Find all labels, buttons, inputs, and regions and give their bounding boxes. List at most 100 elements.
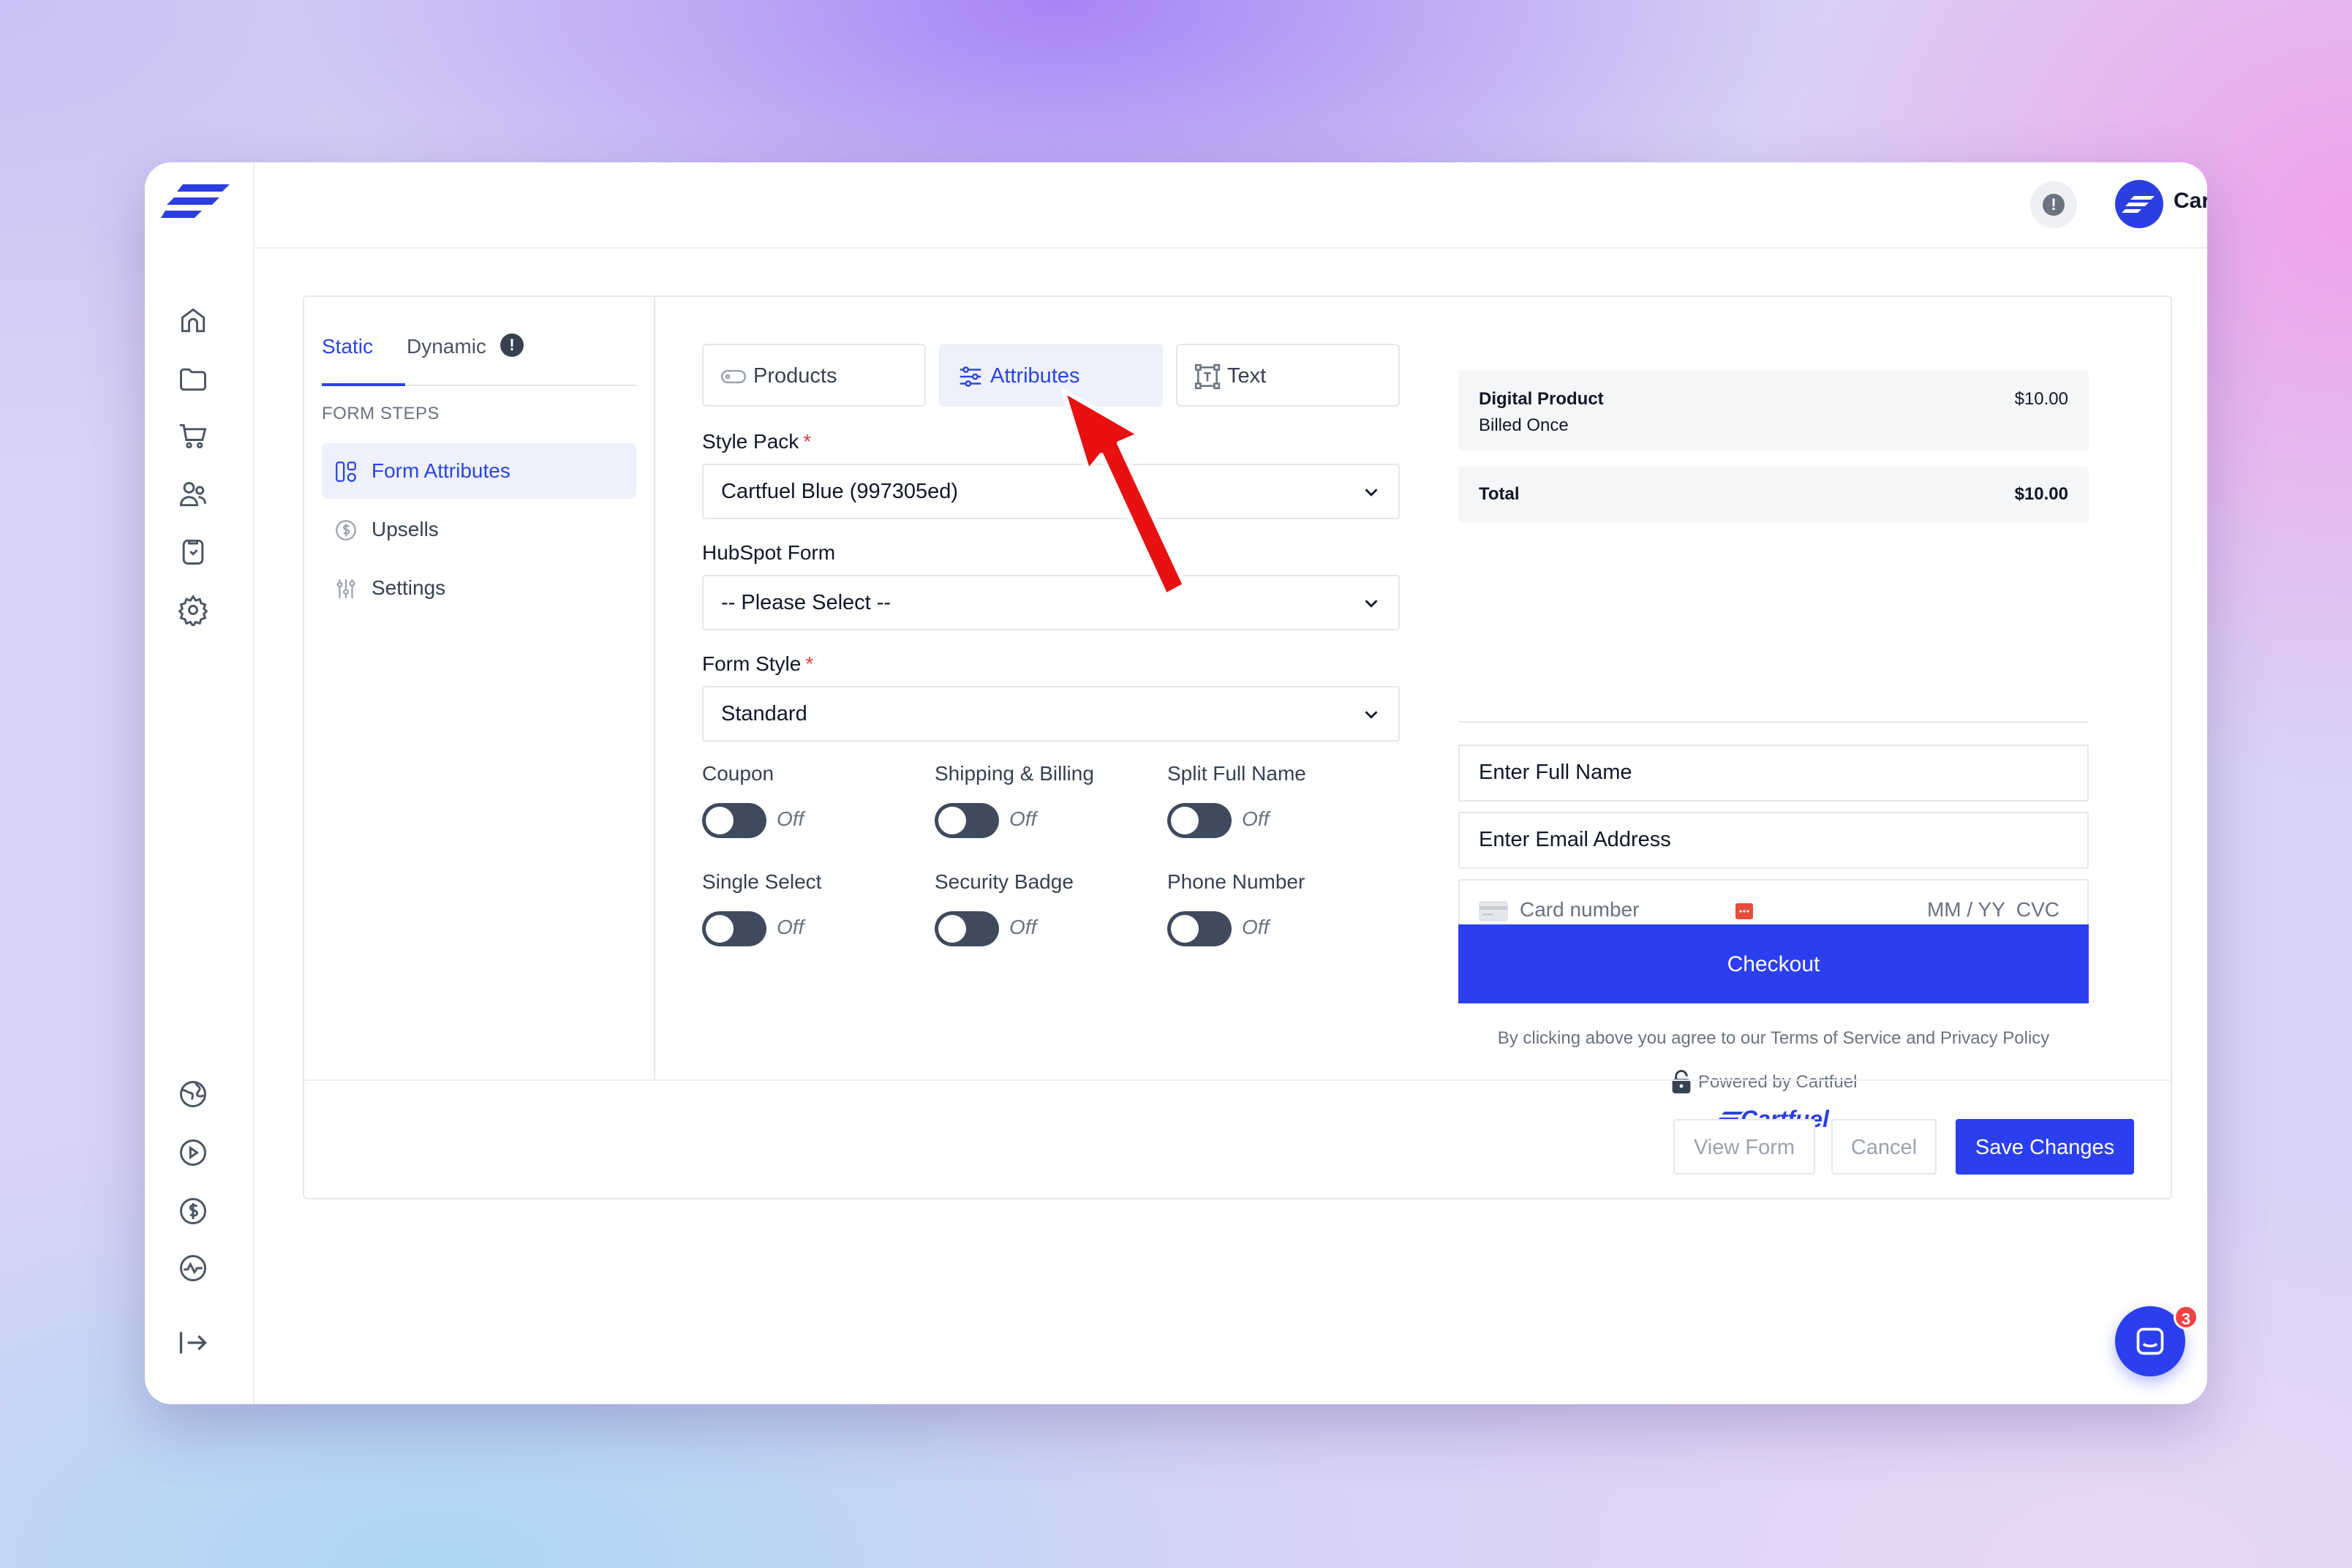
settings-gear-icon[interactable] [177, 594, 209, 628]
toggle-state: Off [777, 916, 804, 938]
toggle-state: Off [1009, 807, 1037, 830]
save-changes-button[interactable]: Save Changes [1956, 1119, 2134, 1175]
form-steps-panel: Static Dynamic ! FORM STEPS Form Attribu… [304, 297, 655, 1079]
toggle-knob [706, 807, 734, 834]
sliders-icon [336, 579, 355, 598]
full-name-field[interactable]: Enter Full Name [1458, 745, 2089, 802]
account-name[interactable]: Cartfuel [2174, 189, 2207, 214]
order-summary-total: Total $10.00 [1458, 467, 2089, 522]
step-form-attributes[interactable]: Form Attributes [322, 443, 636, 499]
avatar[interactable] [2115, 180, 2163, 228]
annotation-arrow [1061, 388, 1187, 598]
segment-label: Text [1227, 364, 1267, 388]
billing-frequency: Billed Once [1479, 415, 1569, 435]
form-style-select[interactable]: Standard [702, 686, 1400, 742]
shipping-billing-toggle[interactable] [935, 803, 999, 838]
alerts-button[interactable]: ! [2030, 181, 2077, 228]
checkout-button[interactable]: Checkout [1458, 924, 2089, 1003]
toggle-knob [706, 915, 734, 943]
step-label: Settings [372, 576, 446, 599]
alert-icon: ! [2043, 194, 2065, 216]
info-badge-icon: ! [500, 333, 524, 357]
credit-card-icon [1479, 901, 1508, 921]
cart-icon[interactable] [177, 420, 209, 452]
dollar-icon [336, 520, 356, 540]
coupon-label: Coupon [702, 762, 774, 785]
cancel-button[interactable]: Cancel [1831, 1119, 1937, 1175]
clipboard-icon[interactable] [177, 535, 209, 568]
style-pack-label: Style Pack * [702, 430, 812, 453]
powered-by: Powered by Cartfuel [1698, 1072, 1858, 1092]
toggle-knob [938, 807, 966, 834]
hubspot-form-select[interactable]: -- Please Select -- [702, 575, 1400, 630]
total-price: $10.00 [2014, 484, 2068, 504]
form-editor-card: Static Dynamic ! FORM STEPS Form Attribu… [303, 295, 2172, 1199]
full-name-placeholder: Enter Full Name [1479, 761, 1632, 784]
phone-number-toggle[interactable] [1167, 911, 1232, 946]
top-bar: ! Cartfuel [253, 162, 2207, 249]
footer-divider [304, 1079, 2171, 1081]
select-value: -- Please Select -- [721, 591, 892, 614]
product-price: $10.00 [2014, 389, 2068, 409]
segment-products[interactable]: Products [702, 344, 926, 407]
chevron-down-icon [1365, 600, 1378, 608]
split-full-name-toggle[interactable] [1167, 803, 1232, 838]
segment-text[interactable]: Text [1176, 344, 1400, 407]
email-field[interactable]: Enter Email Address [1458, 812, 2089, 869]
select-value: Standard [721, 702, 807, 725]
dollar-circle-icon[interactable] [177, 1195, 209, 1227]
card-number-placeholder: Card number [1520, 898, 1640, 921]
select-value: Cartfuel Blue (997305ed) [721, 480, 959, 503]
toggle-knob [938, 915, 966, 943]
total-label: Total [1479, 484, 1520, 504]
steps-heading: FORM STEPS [322, 404, 440, 423]
email-placeholder: Enter Email Address [1479, 828, 1671, 851]
toggle-state: Off [1242, 916, 1270, 938]
shipping-billing-label: Shipping & Billing [935, 762, 1094, 785]
chevron-down-icon [1365, 711, 1378, 719]
folder-icon[interactable] [177, 363, 209, 395]
single-select-toggle[interactable] [702, 911, 766, 946]
split-full-name-label: Split Full Name [1167, 762, 1306, 785]
required-marker: * [803, 430, 812, 453]
terms-agreement: By clicking above you agree to our Terms… [1497, 1028, 2050, 1048]
chevron-down-icon [1365, 489, 1378, 497]
card-error-icon [1735, 903, 1753, 919]
phone-number-label: Phone Number [1167, 870, 1305, 893]
coupon-toggle[interactable] [702, 803, 766, 838]
tab-static[interactable]: Static [322, 335, 373, 358]
chat-icon [2136, 1327, 2164, 1355]
globe-icon[interactable] [177, 1078, 209, 1110]
style-pack-select[interactable]: Cartfuel Blue (997305ed) [702, 464, 1400, 519]
logout-icon[interactable] [177, 1327, 209, 1359]
tag-icon [720, 369, 747, 384]
step-settings[interactable]: Settings [322, 560, 636, 616]
security-badge-toggle[interactable] [935, 911, 999, 946]
toggle-state: Off [1009, 916, 1037, 938]
hubspot-form-label: HubSpot Form [702, 541, 836, 564]
cartfuel-avatar-icon [2122, 196, 2155, 213]
tab-dynamic[interactable]: Dynamic [407, 335, 486, 358]
users-icon[interactable] [177, 478, 209, 510]
step-label: Upsells [372, 518, 439, 540]
form-style-label: Form Style * [702, 652, 814, 675]
view-form-button[interactable]: View Form [1673, 1119, 1815, 1175]
product-name: Digital Product [1479, 389, 1604, 409]
activity-icon[interactable] [177, 1252, 209, 1284]
layout-icon [336, 461, 356, 482]
step-label: Form Attributes [372, 459, 510, 482]
security-badge-label: Security Badge [935, 870, 1074, 893]
step-upsells[interactable]: Upsells [322, 502, 636, 557]
unread-badge: 3 [2174, 1305, 2198, 1330]
toggle-knob [1171, 807, 1199, 834]
app-window: ! Cartfuel Static Dynamic ! FORM STEPS F… [145, 162, 2207, 1404]
sliders-icon [960, 366, 981, 387]
active-tab-indicator [322, 383, 405, 386]
home-icon[interactable] [177, 304, 209, 336]
single-select-label: Single Select [702, 870, 822, 893]
cartfuel-logo[interactable] [161, 180, 231, 224]
expiry-cvc-placeholder: MM / YY CVC [1926, 898, 2059, 921]
toggle-state: Off [1242, 807, 1270, 830]
play-circle-icon[interactable] [177, 1137, 209, 1169]
divider [1458, 721, 2089, 723]
